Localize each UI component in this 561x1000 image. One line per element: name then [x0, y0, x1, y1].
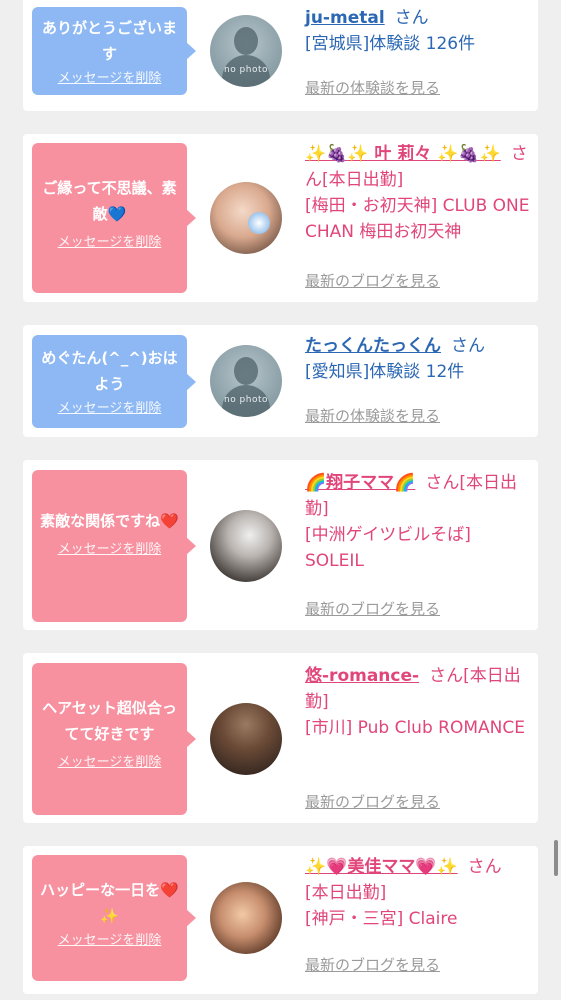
user-detail: [本日出勤] — [305, 883, 387, 903]
message-text: ハッピーな一日を❤️✨ — [40, 881, 179, 925]
user-name-link[interactable]: ju-metal — [305, 8, 385, 28]
user-detail: [中洲ゲイツビルそば] SOLEIL — [305, 525, 471, 571]
delete-message-link[interactable]: メッセージを削除 — [58, 67, 162, 86]
avatar[interactable]: no photo — [210, 15, 282, 87]
delete-message-link[interactable]: メッセージを削除 — [58, 231, 162, 250]
avatar[interactable]: no photo — [210, 345, 282, 417]
avatar-silhouette — [234, 357, 258, 385]
view-latest-link[interactable]: 最新のブログを見る — [305, 954, 440, 975]
list-item: めぐたん(^_^)おはよう メッセージを削除 no photo たっくんたっくん… — [23, 325, 538, 437]
user-name-link[interactable]: ✨🍇✨ 叶 莉々 ✨🍇✨ — [305, 144, 501, 164]
user-info: たっくんたっくん さん [愛知県]体験談 12件 — [305, 333, 533, 385]
list-item: ハッピーな一日を❤️✨ メッセージを削除 ✨💗美佳ママ💗✨ さん [本日出勤] [… — [23, 846, 538, 994]
user-name-link[interactable]: たっくんたっくん — [305, 336, 441, 356]
message-text: ご縁って不思議、素敵💙 — [42, 179, 177, 223]
delete-message-link[interactable]: メッセージを削除 — [58, 397, 162, 416]
honorific: さん — [451, 336, 485, 356]
user-info: 悠-romance- さん[本日出勤] [市川] Pub Club ROMANCE — [305, 663, 533, 741]
honorific: さん — [467, 857, 502, 877]
user-name-link[interactable]: 悠-romance- — [305, 666, 419, 686]
user-detail: [愛知県]体験談 12件 — [305, 362, 465, 382]
scrollbar[interactable] — [554, 840, 558, 876]
user-name-link[interactable]: 🌈翔子ママ🌈 — [305, 473, 415, 493]
user-info: ✨💗美佳ママ💗✨ さん [本日出勤] [神戸・三宮] Claire — [305, 854, 533, 932]
message-bubble: 素敵な関係ですね❤️ メッセージを削除 — [32, 470, 196, 622]
view-latest-link[interactable]: 最新のブログを見る — [305, 270, 440, 291]
message-bubble: ハッピーな一日を❤️✨ メッセージを削除 — [32, 855, 196, 981]
message-list: ありがとうございます メッセージを削除 no photo ju-metal さん … — [0, 0, 561, 1000]
avatar[interactable] — [210, 882, 282, 954]
user-info: ju-metal さん [宮城県]体験談 126件 — [305, 5, 533, 57]
honorific: さん — [394, 8, 429, 28]
list-item: ご縁って不思議、素敵💙 メッセージを削除 ✨🍇✨ 叶 莉々 ✨🍇✨ さん[本日出勤… — [23, 134, 538, 302]
user-detail: [市川] Pub Club ROMANCE — [305, 718, 525, 738]
view-latest-link[interactable]: 最新のブログを見る — [305, 791, 440, 812]
list-item: ヘアセット超似合ってて好きです メッセージを削除 悠-romance- さん[本日… — [23, 653, 538, 823]
message-bubble: ご縁って不思議、素敵💙 メッセージを削除 — [32, 143, 196, 293]
message-bubble: ヘアセット超似合ってて好きです メッセージを削除 — [32, 663, 196, 815]
user-name-link[interactable]: ✨💗美佳ママ💗✨ — [305, 857, 458, 877]
avatar-silhouette — [234, 27, 258, 55]
view-latest-link[interactable]: 最新のブログを見る — [305, 598, 440, 619]
view-latest-link[interactable]: 最新の体験談を見る — [305, 77, 440, 98]
delete-message-link[interactable]: メッセージを削除 — [58, 929, 162, 948]
no-photo-label: no photo — [223, 395, 269, 405]
avatar[interactable] — [210, 703, 282, 775]
avatar[interactable] — [210, 510, 282, 582]
delete-message-link[interactable]: メッセージを削除 — [58, 751, 162, 770]
user-info: 🌈翔子ママ🌈 さん[本日出勤] [中洲ゲイツビルそば] SOLEIL — [305, 470, 533, 574]
avatar[interactable] — [210, 182, 282, 254]
user-info: ✨🍇✨ 叶 莉々 ✨🍇✨ さん[本日出勤] [梅田・お初天神] CLUB ONE … — [305, 141, 533, 245]
message-text: 素敵な関係ですね❤️ — [40, 512, 179, 530]
view-latest-link[interactable]: 最新の体験談を見る — [305, 405, 440, 426]
list-item: ありがとうございます メッセージを削除 no photo ju-metal さん … — [23, 0, 538, 111]
user-detail: [宮城県]体験談 126件 — [305, 34, 476, 54]
message-text: ヘアセット超似合ってて好きです — [42, 699, 177, 743]
delete-message-link[interactable]: メッセージを削除 — [58, 538, 162, 557]
no-photo-label: no photo — [223, 65, 269, 75]
message-bubble: ありがとうございます メッセージを削除 — [32, 7, 196, 95]
list-item: 素敵な関係ですね❤️ メッセージを削除 🌈翔子ママ🌈 さん[本日出勤] [中洲ゲイ… — [23, 460, 538, 630]
user-detail: [梅田・お初天神] CLUB ONE CHAN 梅田お初天神 — [305, 196, 530, 242]
flower-icon — [248, 212, 270, 234]
message-bubble: めぐたん(^_^)おはよう メッセージを削除 — [32, 335, 196, 428]
user-detail: [神戸・三宮] Claire — [305, 909, 458, 929]
message-text: ありがとうございます — [41, 19, 177, 63]
message-text: めぐたん(^_^)おはよう — [41, 349, 178, 393]
